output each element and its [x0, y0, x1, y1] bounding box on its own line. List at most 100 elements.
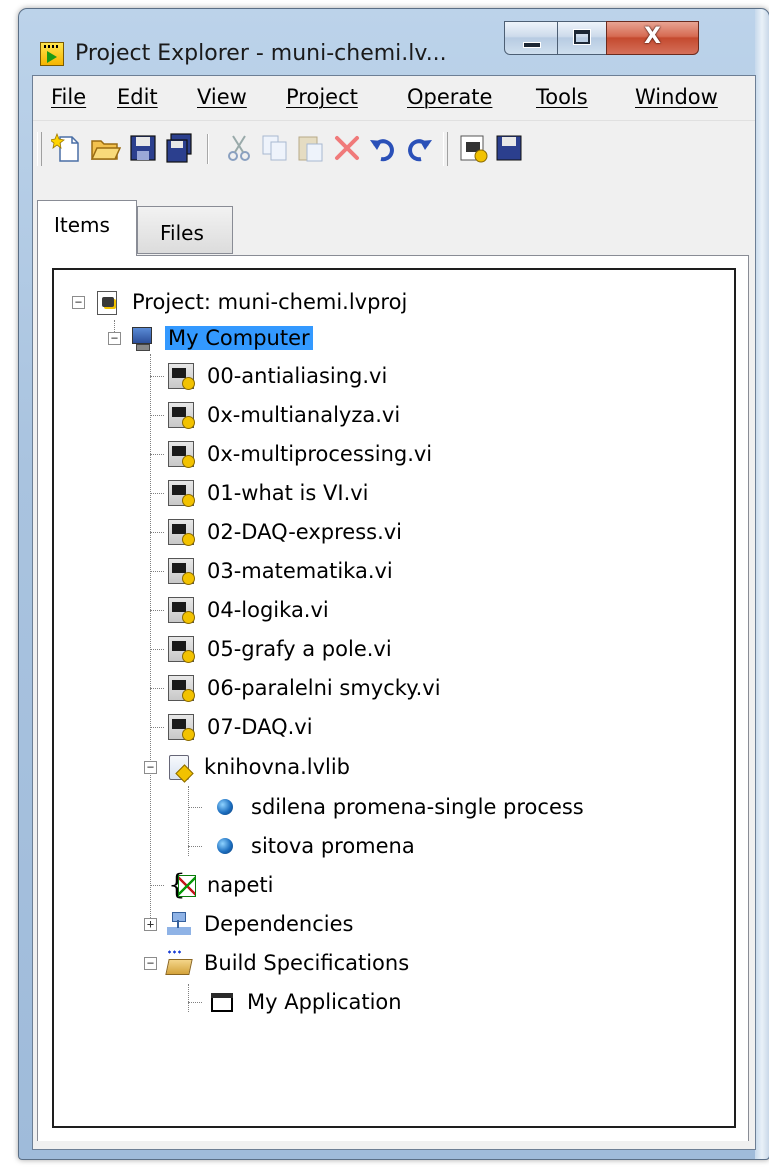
tree-item-label: Build Specifications [204, 951, 410, 975]
tree-item-library[interactable]: − knihovna.lvlib [144, 749, 353, 785]
tree-item-application[interactable]: My Application [188, 984, 405, 1020]
tab-items[interactable]: Items [37, 200, 137, 256]
toolbar-grip[interactable] [37, 132, 42, 166]
project-icon [93, 289, 119, 315]
tree-line [150, 531, 164, 533]
menu-view[interactable]: View [197, 85, 247, 109]
tree-item-label: 03-matematika.vi [207, 559, 393, 583]
save-spec-icon[interactable] [493, 132, 525, 164]
maximize-button[interactable] [557, 21, 607, 55]
tree-line [150, 648, 164, 650]
expand-toggle[interactable]: + [144, 917, 157, 931]
vi-icon [168, 636, 195, 663]
tree-item-dependencies[interactable]: + Dependencies [144, 906, 356, 942]
items-panel: − Project: muni-chemi.lvproj − My Comput… [37, 255, 749, 1143]
application-icon [208, 989, 234, 1015]
labview-app-icon[interactable] [40, 42, 64, 66]
delete-icon[interactable] [331, 132, 363, 164]
tree-item-shared-variable[interactable]: sdilena promena-single process [188, 789, 587, 825]
vi-icon [168, 597, 195, 624]
title-bar[interactable]: Project Explorer - muni-chemi.lv... X [19, 9, 769, 75]
tree-item-label: Dependencies [204, 912, 354, 936]
tree-item-build-specifications[interactable]: − Build Specifications [144, 945, 412, 981]
tree-item-label: 05-grafy a pole.vi [207, 637, 392, 661]
tree-item-my-computer[interactable]: − My Computer [108, 320, 313, 356]
tree-item-label: Project: muni-chemi.lvproj [132, 290, 408, 314]
tree-item-label: napeti [207, 873, 274, 897]
shared-variable-icon [217, 838, 233, 854]
toolbar-grip[interactable] [443, 132, 448, 166]
menu-edit[interactable]: Edit [117, 85, 158, 109]
menu-window[interactable]: Window [635, 85, 718, 109]
tree-item-label: 01-what is VI.vi [207, 481, 369, 505]
menu-operate[interactable]: Operate [407, 85, 492, 109]
tree-item-label: 06-paralelni smycky.vi [207, 676, 441, 700]
tree-item-vi[interactable]: 00-antialiasing.vi [150, 358, 390, 394]
tree-line [150, 492, 164, 494]
tree-item-vi[interactable]: 07-DAQ.vi [150, 709, 316, 745]
collapse-toggle[interactable]: − [144, 760, 157, 774]
build-specifications-icon [165, 950, 191, 976]
collapse-toggle[interactable]: − [108, 331, 121, 345]
menu-project[interactable]: Project [286, 85, 358, 109]
tree-item-variable[interactable]: napeti [150, 867, 277, 903]
tree-item-label: 00-antialiasing.vi [207, 364, 388, 388]
status-strip [33, 1141, 755, 1149]
save-all-icon[interactable] [163, 132, 195, 164]
library-icon [165, 754, 191, 780]
menu-file[interactable]: File [51, 85, 86, 109]
tree-line [150, 570, 164, 572]
cut-icon[interactable] [223, 132, 255, 164]
menu-tools[interactable]: Tools [536, 85, 588, 109]
tree-line [150, 687, 164, 689]
open-icon[interactable] [89, 132, 121, 164]
close-icon: X [644, 24, 661, 49]
tree-item-vi[interactable]: 03-matematika.vi [150, 553, 396, 589]
maximize-icon [573, 29, 591, 45]
tree-item-vi[interactable]: 0x-multiprocessing.vi [150, 436, 435, 472]
tree-item-label: sdilena promena-single process [251, 795, 584, 819]
collapse-toggle[interactable]: − [72, 295, 85, 309]
paste-icon[interactable] [295, 132, 327, 164]
redo-icon[interactable] [403, 132, 435, 164]
tree-item-vi[interactable]: 02-DAQ-express.vi [150, 514, 405, 550]
tree-item-label: 04-logika.vi [207, 598, 329, 622]
collapse-toggle[interactable]: − [144, 956, 157, 970]
tree-line [150, 609, 164, 611]
close-button[interactable]: X [606, 21, 699, 55]
vi-icon [168, 363, 195, 390]
tree-item-vi[interactable]: 05-grafy a pole.vi [150, 631, 395, 667]
tree-line [188, 806, 202, 808]
new-icon[interactable] [51, 132, 83, 164]
toolbar [33, 122, 755, 174]
client-area: File Edit View Project Operate Tools Win… [32, 75, 756, 1150]
tree-item-vi[interactable]: 04-logika.vi [150, 592, 332, 628]
menu-bar: File Edit View Project Operate Tools Win… [33, 76, 755, 121]
dependencies-icon [165, 911, 191, 937]
variable-icon [168, 868, 196, 901]
tree-item-vi[interactable]: 06-paralelni smycky.vi [150, 670, 444, 706]
shared-variable-icon [217, 799, 233, 815]
tree-item-vi[interactable]: 0x-multianalyza.vi [150, 397, 403, 433]
save-icon[interactable] [127, 132, 159, 164]
tree-line [188, 845, 202, 847]
tree-item-label: knihovna.lvlib [204, 755, 351, 779]
tree-line [150, 884, 164, 886]
tree-item-shared-variable[interactable]: sitova promena [188, 828, 418, 864]
minimize-button[interactable] [504, 21, 558, 55]
tree-line [150, 453, 164, 455]
vi-icon [168, 441, 195, 468]
vi-icon [168, 558, 195, 585]
build-icon[interactable] [457, 132, 489, 164]
copy-icon[interactable] [259, 132, 291, 164]
tree-line [150, 726, 164, 728]
tree-item-project[interactable]: − Project: muni-chemi.lvproj [72, 284, 410, 320]
tree-line [188, 1001, 202, 1003]
window-right-border [755, 9, 769, 1159]
undo-icon[interactable] [367, 132, 399, 164]
tree-item-vi[interactable]: 01-what is VI.vi [150, 475, 372, 511]
computer-icon [129, 325, 155, 351]
project-tree[interactable]: − Project: muni-chemi.lvproj − My Comput… [52, 268, 736, 1128]
tree-item-label: sitova promena [251, 834, 415, 858]
tab-files[interactable]: Files [137, 206, 233, 254]
